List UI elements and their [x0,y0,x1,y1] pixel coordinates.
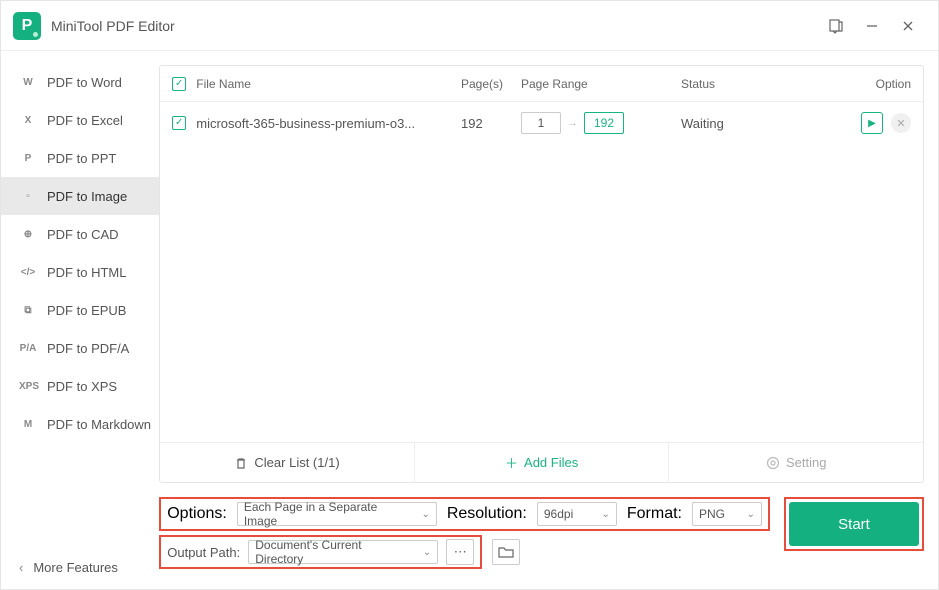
chevron-down-icon: ⌄ [423,547,431,558]
sidebar-item-icon: X [19,115,37,126]
sidebar-item-icon: ▫ [19,191,37,202]
sidebar-item-pdf-to-excel[interactable]: X PDF to Excel [1,101,159,139]
output-path-select[interactable]: Document's Current Directory ⌄ [248,540,438,564]
row-pages: 192 [461,116,521,131]
resolution-select[interactable]: 96dpi ⌄ [537,502,617,526]
page-to-input[interactable] [584,112,624,134]
format-select[interactable]: PNG ⌄ [692,502,762,526]
output-path-value: Document's Current Directory [255,538,411,566]
add-files-button[interactable]: ＋ Add Files [415,443,670,482]
minimize-button[interactable] [854,8,890,44]
sidebar-item-pdf-to-epub[interactable]: ⧉ PDF to EPUB [1,291,159,329]
sidebar-item-label: PDF to PDF/A [47,341,129,356]
sidebar: W PDF to Word X PDF to Excel P PDF to PPT ▫ PDF… [1,51,159,589]
sidebar-item-pdf-to-word[interactable]: W PDF to Word [1,63,159,101]
sidebar-item-label: PDF to Word [47,75,122,90]
app-title: MiniTool PDF Editor [51,18,175,34]
sidebar-item-icon: </> [19,267,37,278]
options-select[interactable]: Each Page in a Separate Image ⌄ [237,502,437,526]
options-label: Options: [167,505,227,523]
sidebar-item-pdf-to-cad[interactable]: ⊕ PDF to CAD [1,215,159,253]
sidebar-item-icon: P/A [19,343,37,354]
convert-row-button[interactable]: ▶ [861,112,883,134]
gear-icon [766,456,780,470]
sidebar-item-icon: M [19,419,37,430]
sidebar-item-label: PDF to XPS [47,379,117,394]
sidebar-item-pdf-to-html[interactable]: </> PDF to HTML [1,253,159,291]
arrow-right-icon: → [567,117,578,129]
row-status: Waiting [681,116,831,131]
sidebar-item-label: PDF to PPT [47,151,116,166]
sidebar-item-pdf-to-image[interactable]: ▫ PDF to Image [1,177,159,215]
header-status: Status [681,77,831,91]
resolution-label: Resolution: [447,505,527,523]
sidebar-item-label: PDF to CAD [47,227,119,242]
sidebar-item-label: PDF to Image [47,189,127,204]
sidebar-item-pdf-to-pdf-a[interactable]: P/A PDF to PDF/A [1,329,159,367]
trash-icon [234,456,248,470]
folder-icon [498,545,514,559]
clear-list-label: Clear List (1/1) [254,455,339,470]
file-table: ✓ File Name Page(s) Page Range Status Op… [159,65,924,483]
more-features-button[interactable]: ‹ More Features [1,545,159,589]
header-range: Page Range [521,77,681,91]
select-all-checkbox[interactable]: ✓ [172,77,186,91]
sidebar-item-icon: ⧉ [19,305,37,316]
sidebar-item-label: PDF to Excel [47,113,123,128]
resolution-value: 96dpi [544,507,573,521]
sidebar-item-label: PDF to EPUB [47,303,126,318]
sidebar-item-pdf-to-ppt[interactable]: P PDF to PPT [1,139,159,177]
sidebar-item-icon: P [19,153,37,164]
table-header: ✓ File Name Page(s) Page Range Status Op… [160,66,923,102]
close-button[interactable] [890,8,926,44]
sidebar-item-icon: XPS [19,381,37,392]
sidebar-item-label: PDF to HTML [47,265,126,280]
header-pages: Page(s) [461,77,521,91]
remove-row-button[interactable]: ✕ [891,113,911,133]
setting-button[interactable]: Setting [669,443,923,482]
titlebar-tool-icon[interactable] [818,8,854,44]
add-files-label: Add Files [524,455,578,470]
output-path-label: Output Path: [167,545,240,560]
row-checkbox[interactable]: ✓ [172,116,186,130]
dots-icon: ⋯ [454,544,467,560]
table-row: ✓ microsoft-365-business-premium-o3...192… [160,102,923,144]
format-label: Format: [627,505,682,523]
format-value: PNG [699,507,725,521]
sidebar-item-label: PDF to Markdown [47,417,151,432]
options-value: Each Page in a Separate Image [244,500,410,528]
header-option: Option [831,77,911,91]
output-path-row: Output Path: Document's Current Director… [159,535,482,569]
chevron-down-icon: ⌄ [747,509,755,520]
start-button[interactable]: Start [789,502,919,546]
chevron-left-icon: ‹ [19,560,23,575]
sidebar-item-icon: ⊕ [19,229,37,240]
row-filename: microsoft-365-business-premium-o3... [196,116,461,131]
sidebar-item-pdf-to-xps[interactable]: XPS PDF to XPS [1,367,159,405]
sidebar-item-pdf-to-markdown[interactable]: M PDF to Markdown [1,405,159,443]
app-logo: P [13,12,41,40]
more-features-label: More Features [33,560,118,575]
chevron-down-icon: ⌄ [421,509,429,520]
page-from-input[interactable] [521,112,561,134]
start-label: Start [838,516,870,533]
header-filename: File Name [196,77,461,91]
sidebar-item-icon: W [19,77,37,88]
setting-label: Setting [786,455,826,470]
table-footer: Clear List (1/1) ＋ Add Files Setting [160,442,923,482]
plus-icon: ＋ [505,453,518,472]
start-highlight: Start [784,497,924,551]
open-folder-button[interactable] [492,539,520,565]
conversion-options-row: Options: Each Page in a Separate Image ⌄… [159,497,770,531]
clear-list-button[interactable]: Clear List (1/1) [160,443,415,482]
titlebar: P MiniTool PDF Editor [1,1,938,51]
more-dots-button[interactable]: ⋯ [446,539,474,565]
chevron-down-icon: ⌄ [601,509,609,520]
